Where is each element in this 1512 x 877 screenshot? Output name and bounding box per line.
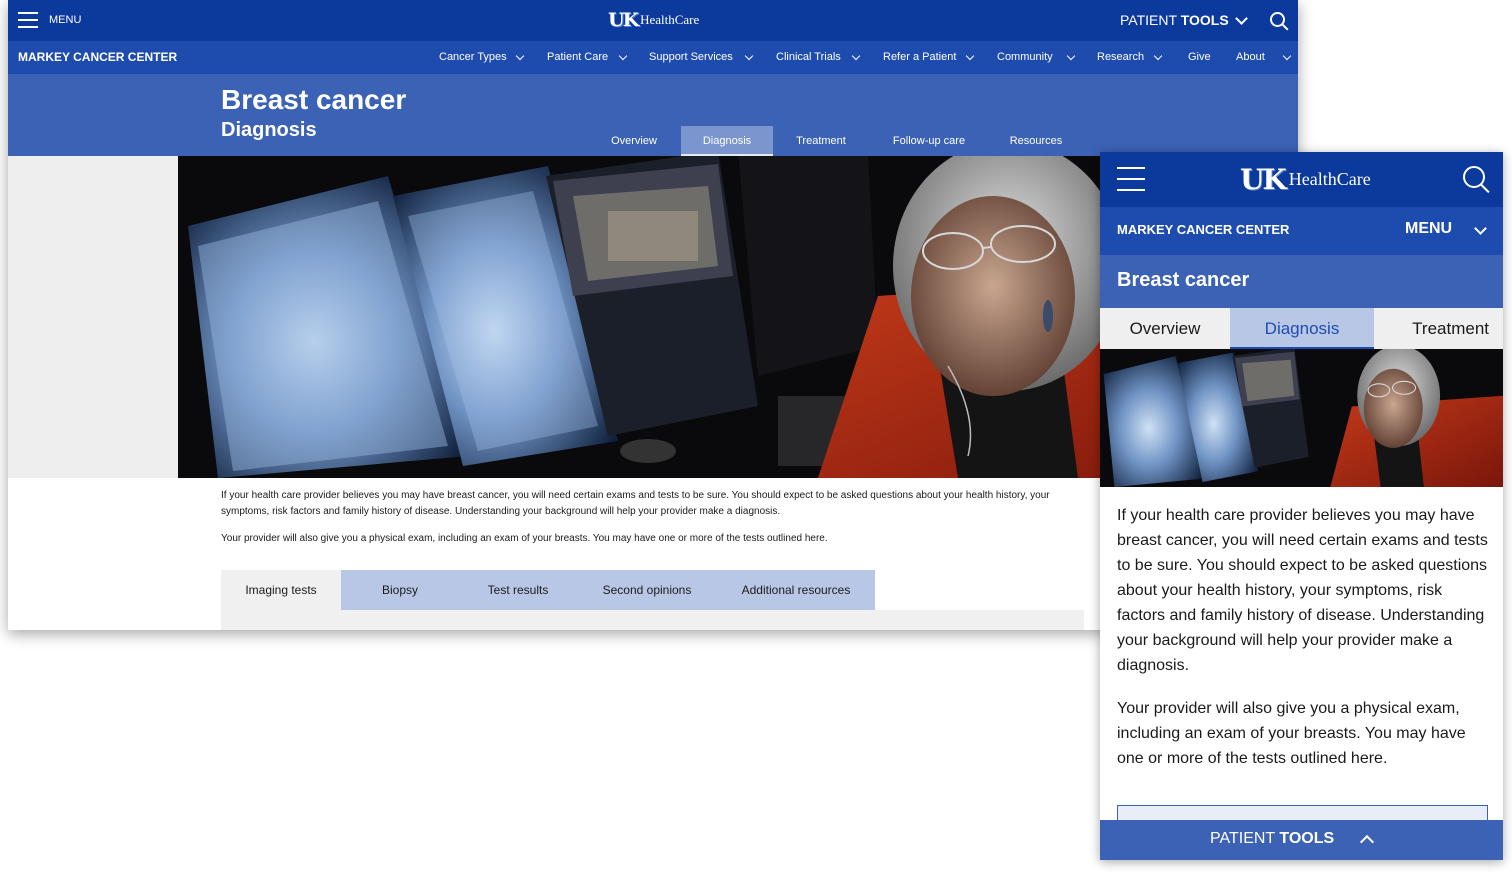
subtab-imaging-tests[interactable]: Imaging tests [221,570,341,610]
tab-treatment[interactable]: Treatment [1374,308,1503,349]
tab-treatment[interactable]: Treatment [782,126,860,156]
exam-paragraph: Your provider will also give you a physi… [1117,700,1466,767]
uk-logo-mark: UK [1240,163,1287,196]
chevron-down-icon[interactable] [1235,12,1248,25]
top-bar: MENU UK HealthCare PATIENT TOOLS [8,0,1298,41]
nav-item-about[interactable]: About [1236,51,1265,63]
nav-item-community[interactable]: Community [997,51,1053,63]
subtab-additional-resources[interactable]: Additional resources [717,570,875,610]
nav-item-support-services[interactable]: Support Services [649,51,733,63]
tab-follow-up-care[interactable]: Follow-up care [878,126,980,156]
nav-item-research[interactable]: Research [1097,51,1144,63]
page-header: Breast cancer Diagnosis Overview Diagnos… [8,74,1298,156]
search-icon[interactable] [1463,166,1485,188]
intro-paragraph: If your health care provider believes yo… [221,490,1050,517]
patient-tools-regular: PATIENT [1120,12,1181,28]
main-nav: MARKEY CANCER CENTER Cancer Types Patien… [8,41,1298,74]
mammogram-review-photo [1100,349,1503,487]
patient-tools-bold: TOOLS [1279,830,1335,847]
chevron-down-icon[interactable] [851,51,861,61]
hamburger-icon[interactable] [1117,167,1145,191]
markey-cancer-center-link[interactable]: MARKEY CANCER CENTER [1117,222,1289,237]
left-gutter [8,156,178,478]
tab-diagnosis[interactable]: Diagnosis [681,126,773,156]
chevron-down-icon[interactable] [1474,222,1487,235]
nav-item-cancer-types[interactable]: Cancer Types [439,51,507,63]
chevron-down-icon[interactable] [1153,51,1163,61]
tab-diagnosis[interactable]: Diagnosis [1230,308,1374,349]
nav-item-refer-a-patient[interactable]: Refer a Patient [883,51,956,63]
nav-item-clinical-trials[interactable]: Clinical Trials [776,51,841,63]
chevron-up-icon[interactable] [1359,834,1375,850]
chevron-down-icon[interactable] [1066,51,1076,61]
uk-logo-mark: UK [608,9,639,31]
hero-image [1100,349,1503,487]
subtab-panel [221,610,1084,630]
patient-tools-button[interactable]: PATIENT TOOLS [1210,830,1334,848]
patient-tools-bar[interactable]: PATIENT TOOLS [1100,820,1503,860]
page-subtitle: Diagnosis [221,119,317,141]
subtab-biopsy[interactable]: Biopsy [341,570,459,610]
mobile-top-bar: UK HealthCare [1100,152,1503,207]
chevron-down-icon[interactable] [515,51,525,61]
nav-item-give[interactable]: Give [1188,51,1211,63]
subtab-second-opinions[interactable]: Second opinions [577,570,717,610]
chevron-down-icon[interactable] [618,51,628,61]
page-title: Breast cancer [1117,269,1250,291]
logo-text: HealthCare [640,12,700,27]
hamburger-icon[interactable] [18,12,38,28]
tab-overview[interactable]: Overview [1100,308,1230,349]
patient-tools-regular: PATIENT [1210,830,1280,847]
mobile-view: UK HealthCare MARKEY CANCER CENTER MENU … [1100,152,1503,860]
uk-healthcare-logo[interactable]: UK HealthCare [608,9,699,31]
mobile-nav-bar: MARKEY CANCER CENTER MENU [1100,207,1503,255]
markey-cancer-center-link[interactable]: MARKEY CANCER CENTER [18,50,177,64]
chevron-down-icon[interactable] [744,51,754,61]
uk-healthcare-logo[interactable]: UK HealthCare [1240,163,1371,196]
nav-item-patient-care[interactable]: Patient Care [547,51,608,63]
patient-tools-bold: TOOLS [1180,12,1229,28]
search-icon[interactable] [1270,12,1285,27]
tab-resources[interactable]: Resources [998,126,1074,156]
page-title: Breast cancer [221,84,407,115]
exam-paragraph: Your provider will also give you a physi… [221,533,828,544]
patient-tools-button[interactable]: PATIENT TOOLS [1120,12,1229,28]
subtab-test-results[interactable]: Test results [459,570,577,610]
chevron-down-icon[interactable] [1282,51,1292,61]
logo-text: HealthCare [1288,169,1371,189]
tab-overview[interactable]: Overview [595,126,673,156]
chevron-down-icon[interactable] [965,51,975,61]
menu-button[interactable]: MENU [49,14,81,26]
mobile-menu-button[interactable]: MENU [1405,220,1452,238]
mobile-page-header: Breast cancer [1100,255,1503,308]
intro-paragraph: If your health care provider believes yo… [1117,507,1488,674]
